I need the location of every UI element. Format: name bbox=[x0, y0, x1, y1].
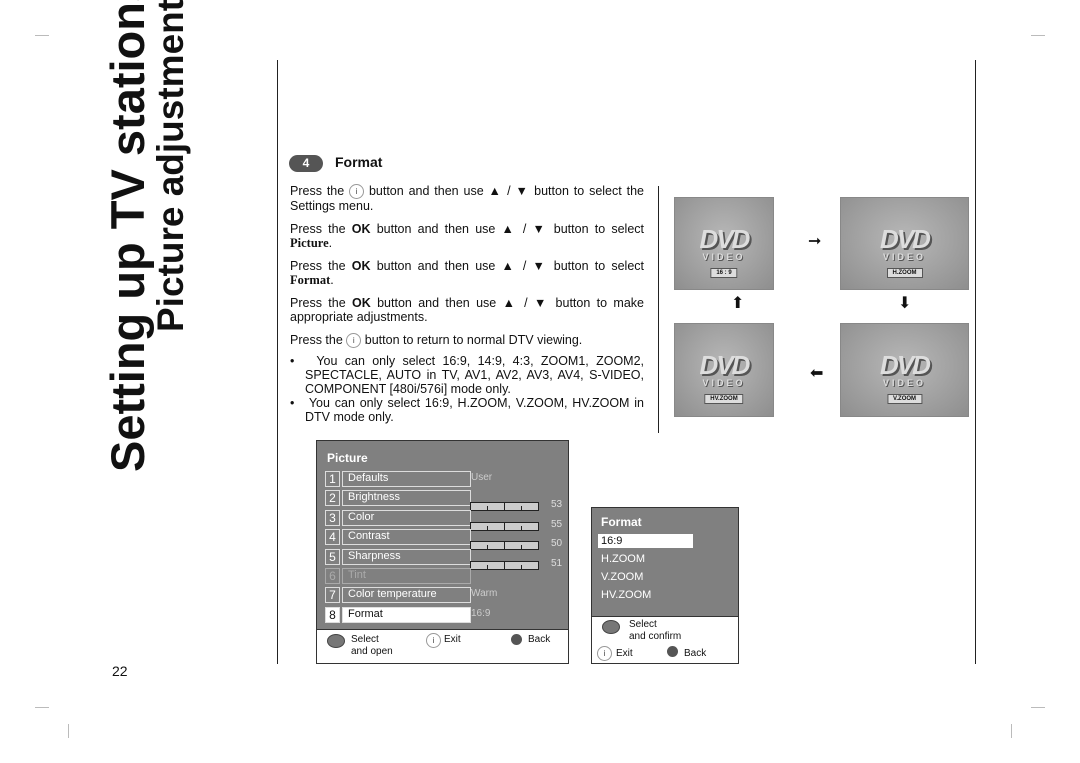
footer-back: Back bbox=[528, 634, 551, 645]
page-number: 22 bbox=[112, 663, 128, 679]
back-button-icon bbox=[667, 646, 678, 657]
footer-select: Select and open bbox=[351, 634, 393, 657]
item-number: 8 bbox=[325, 606, 340, 623]
arrow-left-icon: ⬅ bbox=[810, 365, 824, 382]
item-number: 1 bbox=[325, 471, 340, 487]
screen-16-9: DVD VIDEO 16 : 9 bbox=[674, 197, 774, 290]
instruction-step: Press the OK button and then use ▲ / ▼ b… bbox=[290, 296, 644, 325]
item-value: Warm bbox=[471, 588, 498, 600]
screen-h-zoom: DVD VIDEO H.ZOOM bbox=[840, 197, 969, 290]
item-label: Defaults bbox=[342, 471, 471, 487]
screen-v-zoom: DVD VIDEO V.ZOOM bbox=[840, 323, 969, 417]
item-label: Format bbox=[342, 606, 471, 623]
back-button-icon bbox=[511, 634, 522, 645]
crop-mark bbox=[1031, 35, 1045, 36]
menu-item-format[interactable]: 8 Format 16:9 bbox=[325, 606, 565, 623]
instruction-step: Press the OK button and then use ▲ / ▼ b… bbox=[290, 222, 644, 251]
menu-title: Picture bbox=[327, 451, 368, 465]
item-label: Color bbox=[342, 509, 471, 526]
page-subtitle: Picture adjustment bbox=[150, 0, 191, 332]
menu-item-brightness[interactable]: 2 Brightness 53 bbox=[325, 490, 565, 512]
picture-menu: Picture 1 Defaults User 2 Brightness 53 3 Color… bbox=[316, 440, 569, 664]
crop-mark bbox=[1031, 707, 1045, 708]
step-number-badge: 4 bbox=[289, 155, 323, 172]
item-label: Contrast bbox=[342, 529, 471, 546]
menu-item-sharpness[interactable]: 5 Sharpness 51 bbox=[325, 548, 565, 570]
info-button-icon: i bbox=[426, 633, 441, 648]
item-number: 5 bbox=[325, 548, 340, 565]
screen-hv-zoom: DVD VIDEO HV.ZOOM bbox=[674, 323, 774, 417]
format-option[interactable]: H.ZOOM bbox=[598, 552, 693, 566]
footer-back: Back bbox=[684, 648, 707, 659]
ok-navigation-icon bbox=[327, 634, 345, 651]
screen-label: 16 : 9 bbox=[710, 268, 738, 278]
menu-footer: Select and confirm i Exit Back bbox=[592, 616, 738, 663]
footer-select: Select and confirm bbox=[629, 619, 682, 642]
note-bullet: • You can only select 16:9, 14:9, 4:3, Z… bbox=[290, 354, 645, 397]
format-menu: Format 16:9 H.ZOOM V.ZOOM HV.ZOOM Select and… bbox=[591, 507, 739, 664]
item-value: User bbox=[471, 472, 493, 483]
divider bbox=[277, 60, 278, 664]
info-button-icon: i bbox=[346, 333, 362, 349]
menu-title: Format bbox=[601, 515, 642, 529]
item-value: 16:9 bbox=[471, 607, 491, 619]
footer-exit: Exit bbox=[616, 648, 633, 659]
footer-exit: Exit bbox=[444, 634, 461, 645]
format-option[interactable]: 16:9 bbox=[598, 534, 693, 548]
crop-mark bbox=[35, 35, 49, 36]
menu-item-contrast[interactable]: 4 Contrast 50 bbox=[325, 529, 565, 551]
section-heading: Format bbox=[335, 154, 383, 170]
item-number: 6 bbox=[325, 568, 340, 584]
menu-item-defaults[interactable]: 1 Defaults User bbox=[325, 471, 565, 487]
screen-label: H.ZOOM bbox=[886, 268, 923, 278]
item-label: Sharpness bbox=[342, 548, 471, 565]
screen-label: HV.ZOOM bbox=[704, 394, 744, 404]
ok-navigation-icon bbox=[602, 620, 620, 637]
instruction-step: Press the i button to return to normal D… bbox=[290, 333, 583, 349]
item-label: Color temperature bbox=[342, 587, 471, 604]
item-label: Tint bbox=[342, 568, 471, 584]
menu-item-color[interactable]: 3 Color 55 bbox=[325, 509, 565, 531]
item-number: 3 bbox=[325, 509, 340, 526]
arrow-right-icon: ➞ bbox=[808, 233, 822, 250]
instructions: Press the i button and then use ▲ / ▼ bu… bbox=[290, 184, 644, 424]
arrow-up-icon: ⬆ bbox=[731, 295, 745, 312]
page-title: Setting up TV stations bbox=[101, 0, 154, 472]
item-number: 4 bbox=[325, 529, 340, 546]
item-number: 2 bbox=[325, 490, 340, 507]
info-button-icon: i bbox=[597, 646, 612, 661]
crop-mark bbox=[1011, 724, 1012, 738]
instruction-step: Press the OK button and then use ▲ / ▼ b… bbox=[290, 259, 644, 288]
note-bullet: • You can only select 16:9, H.ZOOM, V.ZO… bbox=[290, 396, 644, 425]
menu-item-color-temperature[interactable]: 7 Color temperature Warm bbox=[325, 587, 565, 604]
divider bbox=[658, 186, 659, 433]
menu-item-tint[interactable]: 6 Tint bbox=[325, 568, 565, 584]
screen-label: V.ZOOM bbox=[886, 394, 923, 404]
crop-mark bbox=[68, 724, 69, 738]
format-option[interactable]: V.ZOOM bbox=[598, 570, 693, 584]
divider bbox=[975, 60, 976, 664]
crop-mark bbox=[35, 707, 49, 708]
item-label: Brightness bbox=[342, 490, 471, 507]
arrow-down-icon: ⬇ bbox=[898, 295, 912, 312]
menu-footer: Select and open i Exit Back bbox=[317, 629, 568, 663]
item-number: 7 bbox=[325, 587, 340, 604]
info-button-icon: i bbox=[349, 184, 365, 200]
format-option[interactable]: HV.ZOOM bbox=[598, 588, 693, 602]
instruction-step: Press the i button and then use ▲ / ▼ bu… bbox=[290, 184, 644, 214]
